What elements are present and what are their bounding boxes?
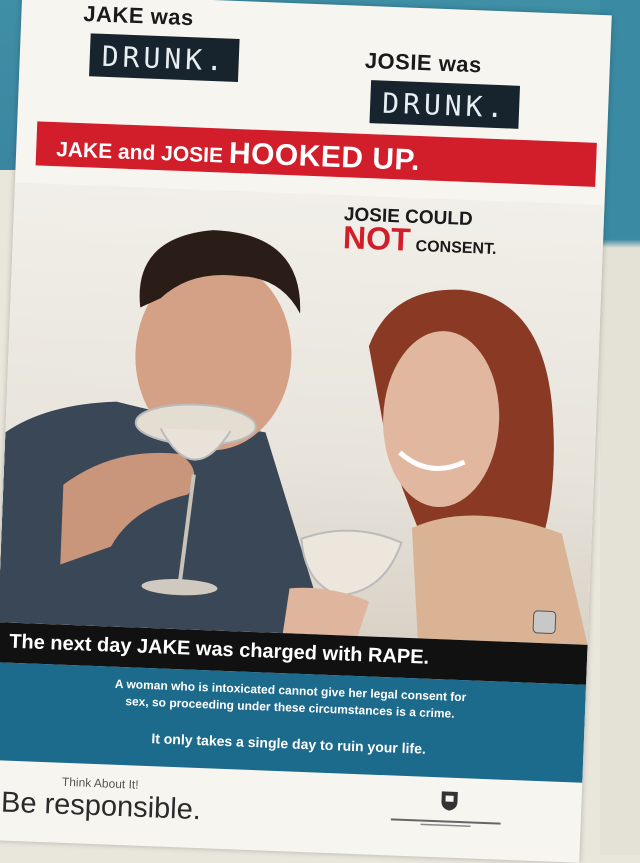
woman-top xyxy=(411,515,588,645)
headline-jake: JAKE was xyxy=(82,1,195,31)
be-responsible: Be responsible. xyxy=(0,786,202,827)
university-logo xyxy=(390,818,501,827)
woman-hand xyxy=(282,587,370,637)
poster: JAKE was DRUNK. JOSIE was DRUNK. JAKE an… xyxy=(0,0,612,863)
university-seal-icon xyxy=(441,791,458,811)
hooked-prefix: JAKE and JOSIE xyxy=(55,138,224,168)
drunk-box-jake: DRUNK. xyxy=(89,33,240,83)
drunk-box-josie: DRUNK. xyxy=(369,80,521,129)
hooked-big: HOOKED UP. xyxy=(228,136,421,178)
photo xyxy=(0,182,605,645)
consent-block: JOSIE COULD NOT CONSENT. xyxy=(342,204,498,260)
consent-not: NOT xyxy=(342,219,412,258)
consent-word: CONSENT. xyxy=(415,237,497,259)
woman-glass-bowl xyxy=(300,529,403,597)
watch xyxy=(532,610,557,634)
couple-photo xyxy=(0,230,588,645)
headline-josie: JOSIE was xyxy=(364,47,483,78)
